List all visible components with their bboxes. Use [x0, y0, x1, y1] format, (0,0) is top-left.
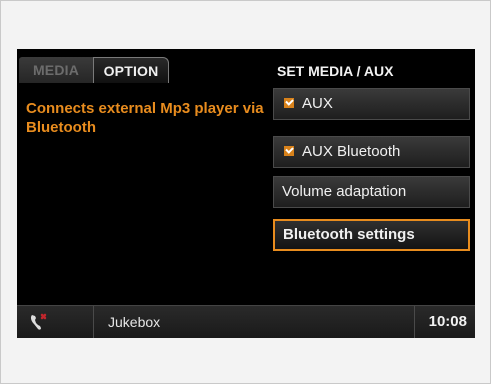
- current-source: Jukebox: [108, 314, 161, 330]
- clock-area: 10:08: [414, 306, 475, 338]
- tab-option[interactable]: OPTION: [93, 57, 169, 83]
- bluetooth-settings-button[interactable]: Bluetooth settings: [273, 219, 470, 251]
- aux-bluetooth-button[interactable]: AUX Bluetooth: [273, 136, 470, 168]
- clock: 10:08: [428, 313, 467, 330]
- aux-bluetooth-label: AUX Bluetooth: [302, 143, 401, 160]
- checkbox-checked-icon: [284, 98, 294, 108]
- phone-hangup-icon: [30, 313, 47, 330]
- volume-adaptation-label: Volume adaptation: [282, 183, 407, 200]
- display-screen: MEDIA OPTION SET MEDIA / AUX Connects ex…: [17, 49, 475, 338]
- bluetooth-settings-label: Bluetooth settings: [283, 226, 415, 243]
- tab-bar: MEDIA OPTION: [19, 57, 169, 83]
- page-title: SET MEDIA / AUX: [277, 63, 394, 79]
- aux-label: AUX: [302, 95, 333, 112]
- description-text: Connects external Mp3 player via Bluetoo…: [26, 100, 264, 136]
- checkbox-checked-icon: [284, 146, 294, 156]
- aux-button[interactable]: AUX: [273, 88, 470, 120]
- volume-adaptation-button[interactable]: Volume adaptation: [273, 176, 470, 208]
- tab-media[interactable]: MEDIA: [19, 57, 93, 83]
- status-bar: Jukebox 10:08: [17, 305, 475, 338]
- phone-area[interactable]: [17, 306, 94, 338]
